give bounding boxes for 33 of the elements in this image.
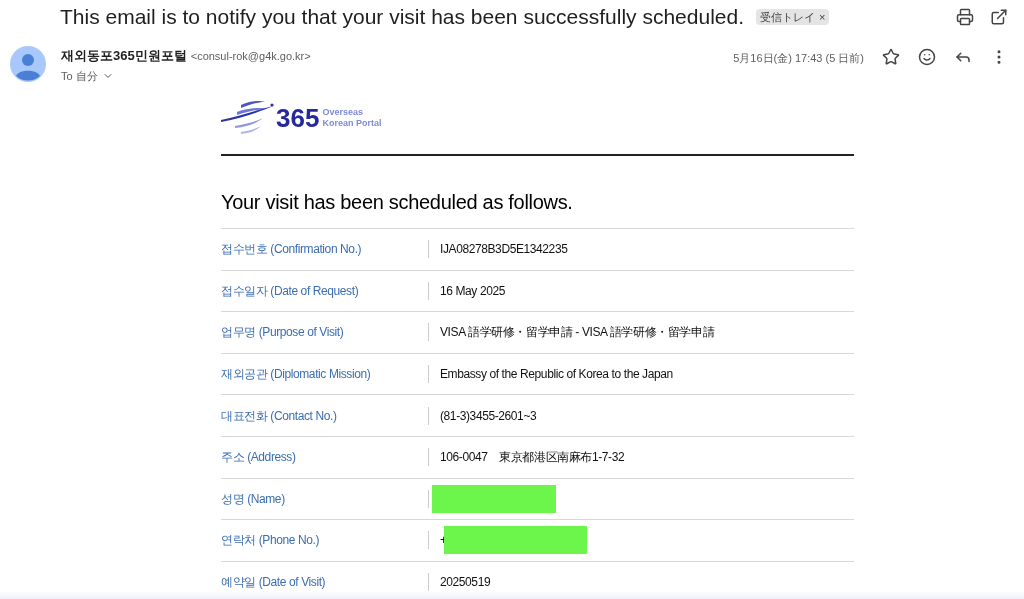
field-value: IJA08278B3D5E1342235	[440, 241, 568, 259]
avatar-icon	[10, 46, 46, 82]
field-value: (81-3)3455-2601~3	[440, 407, 537, 425]
field-label: 성명 (Name)	[221, 490, 286, 508]
field-label: 재외공관 (Diplomatic Mission)	[221, 366, 372, 384]
chip-close[interactable]: ×	[819, 8, 826, 26]
field-label: 대표전화 (Contact No.)	[221, 407, 338, 425]
field-value: Embassy of the Republic of Korea to the Japan	[440, 366, 673, 384]
heading: Your visit has been scheduled as follows.	[221, 190, 574, 215]
field-value: VISA 語学研修・留学申請 - VISA 語学研修・留学申請	[440, 324, 715, 342]
field-label: 업무명 (Purpose of Visit)	[221, 324, 345, 342]
field-label: 접수일자 (Date of Request)	[221, 282, 360, 300]
swoosh-logo-icon	[221, 100, 275, 136]
open-in-new-window-icon[interactable]	[990, 8, 1008, 26]
field-label: 연락처 (Phone No.)	[221, 532, 321, 550]
field-value: 106-0047 東京都港区南麻布1-7-32	[440, 449, 625, 467]
sender-name: 재외동포365민원포털	[61, 47, 187, 65]
inbox-chip[interactable]: 受信トレイ ×	[756, 8, 830, 26]
email-date: 5月16日(金) 17:43 (5 日前)	[733, 51, 864, 66]
recipient-dropdown[interactable]: To 自分	[61, 67, 311, 84]
field-label: 접수번호 (Confirmation No.)	[221, 241, 363, 259]
star-icon[interactable]	[882, 48, 900, 66]
print-icon[interactable]	[956, 8, 974, 26]
email-subject: This email is to notify you that your visit has been successfully scheduled.	[60, 4, 744, 31]
logo-text: Overseas	[322, 107, 364, 118]
logo-number: 365	[276, 105, 320, 131]
field-label: 예약일 (Date of Visit)	[221, 574, 327, 592]
field-value: 20250519	[440, 574, 491, 592]
field-value: 16 May 2025	[440, 282, 505, 300]
logo-text: Korean Portal	[322, 118, 382, 129]
sender-address: <consul-rok@g4k.go.kr>	[190, 49, 311, 64]
field-label: 주소 (Address)	[221, 449, 297, 467]
emoji-icon[interactable]	[918, 48, 936, 66]
